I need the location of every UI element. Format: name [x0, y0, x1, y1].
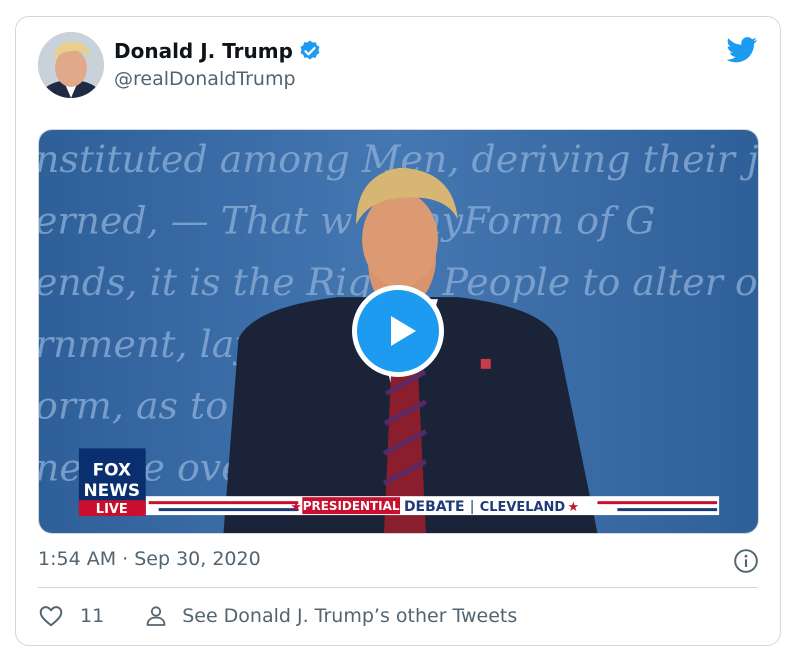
play-icon	[391, 316, 416, 346]
person-icon	[146, 606, 166, 626]
fox-logo-top: FOX	[93, 459, 131, 479]
author-handle[interactable]: @realDonaldTrump	[114, 68, 296, 90]
tweet-card[interactable]: Donald J. Trump @realDonaldTrump nstitut…	[15, 16, 781, 646]
twitter-bird-icon[interactable]	[726, 37, 758, 63]
avatar[interactable]	[38, 32, 104, 98]
live-badge: LIVE	[96, 502, 128, 517]
play-button[interactable]	[352, 285, 444, 377]
see-other-tweets-link[interactable]: See Donald J. Trump’s other Tweets	[144, 604, 517, 628]
chyron-debate: DEBATE	[404, 499, 465, 515]
chyron-city: CLEVELAND	[480, 500, 566, 515]
tweet-timestamp[interactable]: 1:54 AM · Sep 30, 2020	[38, 548, 261, 570]
like-button[interactable]: 11	[38, 603, 104, 629]
fox-logo-bottom: NEWS	[83, 480, 140, 500]
verified-badge-icon	[300, 40, 320, 60]
chyron-presidential: PRESIDENTIAL	[303, 499, 400, 513]
like-count: 11	[80, 605, 105, 627]
divider	[38, 587, 758, 588]
heart-icon	[39, 606, 63, 627]
author-name-row[interactable]: Donald J. Trump	[114, 39, 322, 63]
star-icon: ★	[568, 500, 580, 515]
avatar-photo	[38, 32, 104, 98]
info-icon[interactable]	[733, 548, 759, 574]
chyron-divider: |	[470, 499, 475, 515]
star-icon: ★	[290, 500, 302, 515]
tweet-actions: 11 See Donald J. Trump’s other Tweets	[38, 603, 517, 629]
author-name[interactable]: Donald J. Trump	[114, 39, 293, 63]
backdrop-script-line: erned, — That w r anyForm of G	[39, 199, 655, 243]
see-other-tweets-label: See Donald J. Trump’s other Tweets	[182, 605, 518, 627]
video-player[interactable]: nstituted among Men, deriving their ju e…	[38, 129, 759, 534]
